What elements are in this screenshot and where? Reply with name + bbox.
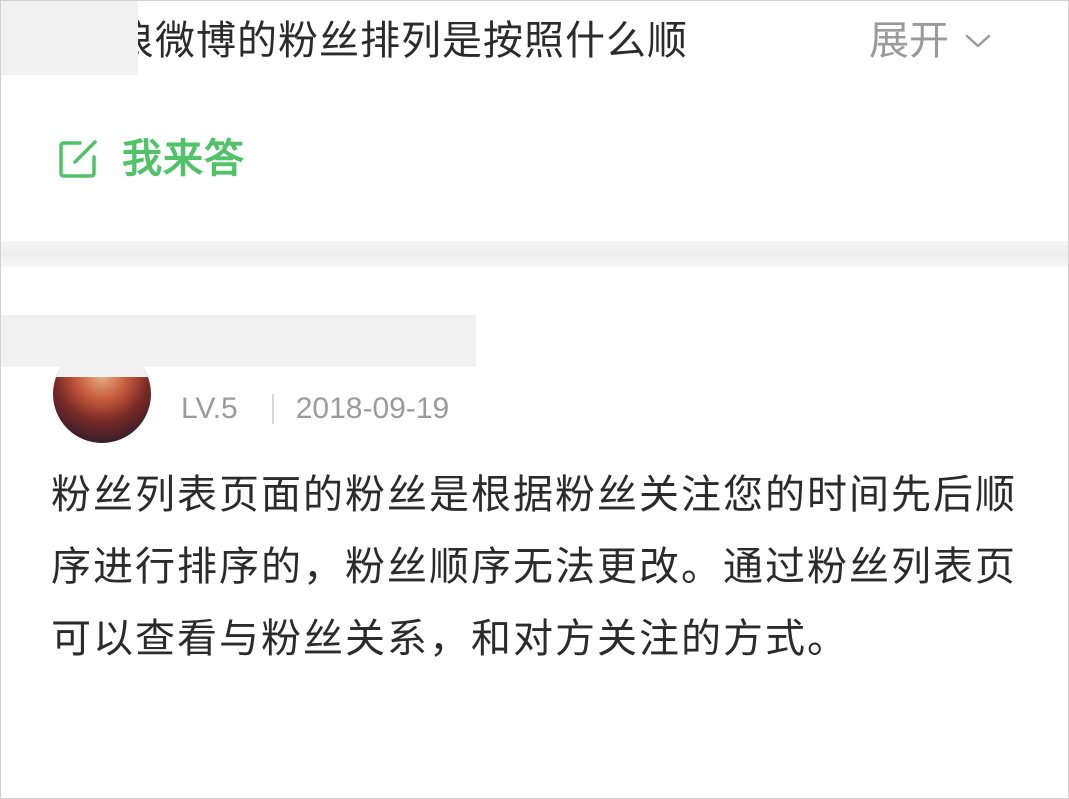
write-answer-button[interactable]: 我来答	[56, 129, 245, 189]
meta-divider	[271, 394, 274, 424]
answer-text: 粉丝列表页面的粉丝是根据粉丝关注您的时间先后顺序进行排序的，粉丝顺序无法更改。通…	[51, 472, 1017, 662]
question-title[interactable]: 浪微博的粉丝排列是按照什么顺	[114, 11, 688, 71]
chevron-down-icon	[965, 34, 991, 48]
section-divider	[1, 241, 1068, 267]
question-header: 浪微博的粉丝排列是按照什么顺 展开	[1, 1, 1068, 91]
username-redaction	[1, 315, 476, 367]
expand-label: 展开	[869, 18, 949, 64]
user-level-badge: LV.5	[181, 392, 238, 425]
answer-meta: LV.5 2018-09-19	[181, 389, 449, 429]
answer-date: 2018-09-19	[295, 392, 450, 425]
redaction-block	[1, 1, 138, 75]
expand-button[interactable]: 展开	[869, 11, 993, 71]
qa-page: 浪微博的粉丝排列是按照什么顺 展开 我来答 LV.5 2018-09-19 粉丝…	[0, 0, 1069, 799]
write-answer-label: 我来答	[122, 136, 245, 182]
edit-icon	[59, 140, 97, 178]
